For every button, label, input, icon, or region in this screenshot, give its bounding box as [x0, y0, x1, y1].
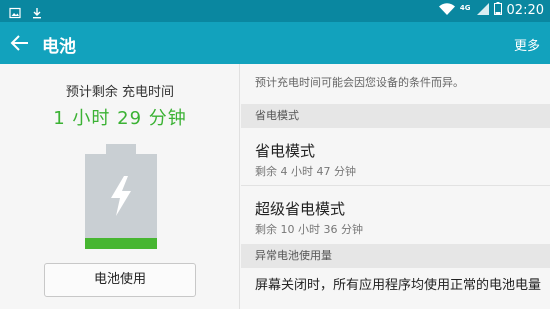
back-arrow-icon[interactable] [8, 31, 32, 55]
battery-cap [106, 144, 136, 154]
more-button[interactable]: 更多 [514, 35, 540, 54]
battery-panel: 预计剩余 充电时间 1 小时 29 分钟 电池使用 [0, 64, 240, 309]
abnormal-usage-header: 异常电池使用量 [241, 244, 550, 268]
abnormal-usage-text: 屏幕关闭时，所有应用程序均使用正常的电池电量 [255, 278, 542, 293]
battery-icon [493, 2, 502, 19]
wifi-icon [438, 2, 455, 19]
power-saving-mode-item[interactable]: 省电模式 剩余 4 小时 47 分钟 [241, 130, 550, 186]
mode-remaining: 剩余 4 小时 47 分钟 [255, 165, 356, 178]
ultra-power-saving-mode-item[interactable]: 超级省电模式 剩余 10 小时 36 分钟 [241, 188, 550, 244]
estimate-value: 1 小时 29 分钟 [53, 108, 187, 129]
power-saving-header: 省电模式 [241, 104, 550, 128]
signal-icon [476, 2, 489, 19]
network-type: 4G [459, 3, 471, 12]
page-title: 电池 [42, 37, 76, 57]
battery-level-fill [85, 238, 157, 249]
battery-body [85, 154, 157, 249]
status-bar: 4G 02:20 [0, 0, 550, 22]
mode-remaining: 剩余 10 小时 36 分钟 [255, 223, 363, 236]
image-icon [9, 4, 21, 23]
charging-note: 预计充电时间可能会因您设备的条件而异。 [255, 76, 464, 89]
battery-usage-button[interactable]: 电池使用 [44, 263, 196, 297]
mode-title: 省电模式 [255, 142, 316, 160]
clock: 02:20 [506, 3, 544, 18]
app-bar: 电池 更多 [0, 22, 550, 64]
download-icon [31, 4, 43, 23]
mode-title: 超级省电模式 [255, 200, 346, 218]
power-panel: 预计充电时间可能会因您设备的条件而异。 省电模式 省电模式 剩余 4 小时 47… [241, 64, 550, 309]
estimate-label: 预计剩余 充电时间 [65, 85, 175, 100]
charging-bolt-icon [108, 176, 134, 216]
battery-graphic [85, 144, 157, 249]
